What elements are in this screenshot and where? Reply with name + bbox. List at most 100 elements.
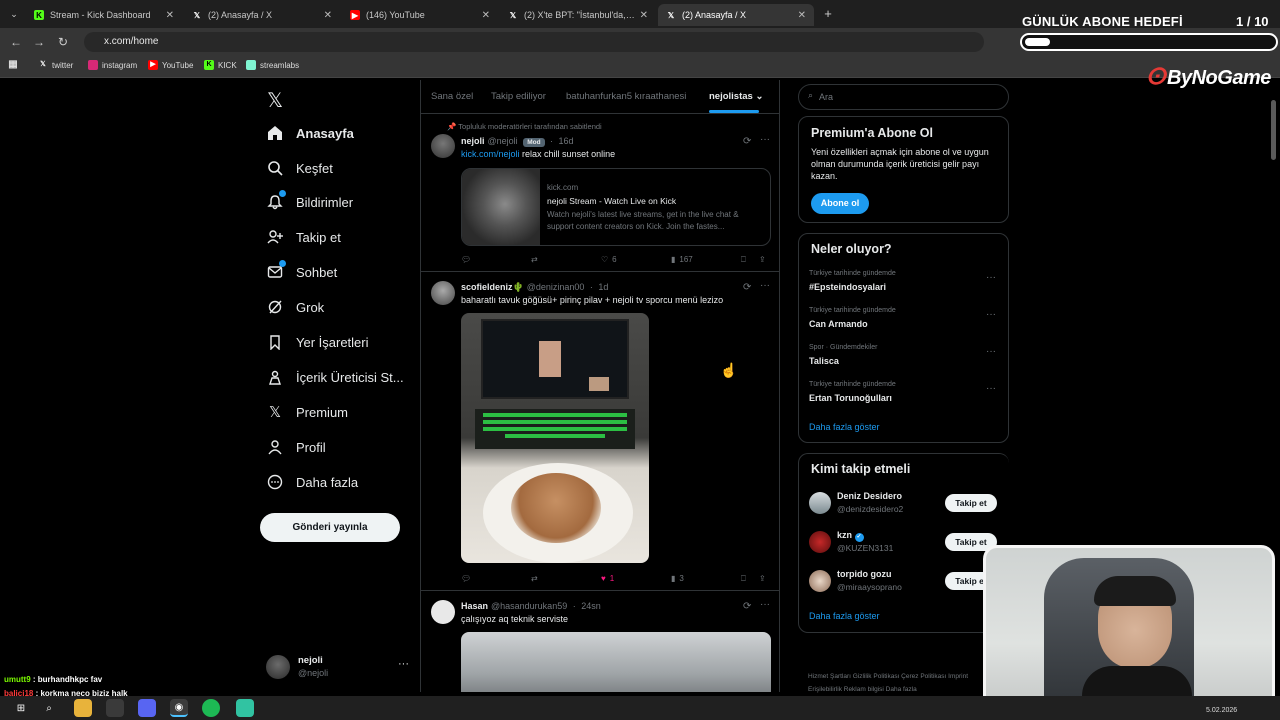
tab-for-you[interactable]: Sana özel: [431, 91, 473, 102]
subscribe-button[interactable]: Abone ol: [811, 193, 869, 214]
bookmark-button[interactable]: ⎕: [741, 255, 746, 265]
suggested-user-name[interactable]: torpido gozu: [837, 569, 891, 579]
bookmark-streamlabs[interactable]: streamlabs: [246, 60, 299, 70]
tab-following[interactable]: Takip ediliyor: [491, 91, 546, 102]
bookmark-youtube[interactable]: ▶ YouTube: [148, 60, 193, 70]
file-explorer-icon[interactable]: [74, 699, 92, 717]
nav-item-grok[interactable]: Grok: [266, 295, 324, 319]
close-tab-icon[interactable]: ✕: [798, 10, 806, 21]
streamlabs-icon[interactable]: [236, 699, 254, 717]
trend-more-icon[interactable]: ···: [986, 309, 996, 320]
nav-item-premium[interactable]: 𝕏 Premium: [266, 400, 348, 424]
bookmark-twitter[interactable]: 𝕏twitter: [38, 60, 73, 70]
repost-button[interactable]: ⇄: [531, 255, 538, 264]
discord-icon[interactable]: [138, 699, 156, 717]
nav-item-profile[interactable]: Profil: [266, 435, 326, 459]
nav-item-bookmarks[interactable]: Yer İşaretleri: [266, 330, 369, 354]
reload-icon[interactable]: ↻: [55, 34, 71, 50]
reply-button[interactable]: 💬︎: [461, 574, 471, 583]
url-input[interactable]: x.com/home: [84, 32, 984, 52]
trend-more-icon[interactable]: ···: [986, 383, 996, 394]
trend-item[interactable]: #Epsteindosyalari: [809, 282, 886, 292]
browser-tab-2[interactable]: 𝕏 (2) Anasayfa / X ✕: [184, 4, 340, 26]
nav-item-follow[interactable]: Takip et: [266, 225, 341, 249]
grok-explain-icon[interactable]: ⟳: [743, 136, 751, 147]
views-button[interactable]: ▮ 3: [671, 574, 684, 583]
avatar[interactable]: [809, 531, 831, 553]
avatar[interactable]: [431, 134, 455, 158]
avatar[interactable]: [431, 600, 455, 624]
nav-item-notifications[interactable]: Bildirimler: [266, 190, 353, 214]
tab-search-icon[interactable]: ⌄: [6, 6, 22, 22]
like-button[interactable]: ♡ 6: [601, 255, 617, 264]
tweet[interactable]: scofieldeniz🌵 @denizinan00 · 1d ⟳ ··· bah…: [421, 273, 779, 591]
trend-item[interactable]: Can Armando: [809, 319, 868, 329]
tab-nejolistas[interactable]: nejolistas ⌄: [709, 91, 763, 102]
apps-icon[interactable]: ▦: [8, 60, 22, 70]
nav-item-more[interactable]: Daha fazla: [266, 470, 358, 494]
bookmark-instagram[interactable]: instagram: [88, 60, 137, 70]
grok-explain-icon[interactable]: ⟳: [743, 601, 751, 612]
app-icon[interactable]: [106, 699, 124, 717]
trend-item[interactable]: Talisca: [809, 356, 839, 366]
bookmark-button[interactable]: ⎕: [741, 574, 746, 584]
share-button[interactable]: ⇪: [759, 255, 766, 264]
trend-item[interactable]: Ertan Torunoğulları: [809, 393, 892, 403]
avatar[interactable]: [809, 492, 831, 514]
tweet-author[interactable]: scofieldeniz🌵 @denizinan00 · 1d: [461, 282, 608, 293]
x-logo-icon[interactable]: 𝕏: [267, 88, 283, 113]
post-button[interactable]: Gönderi yayınla: [260, 513, 400, 542]
tab-community[interactable]: batuhanfurkan5 kıraathanesi: [566, 91, 686, 102]
avatar[interactable]: [809, 570, 831, 592]
tweet-more-icon[interactable]: ···: [760, 280, 770, 291]
tweet[interactable]: 📌 Topluluk moderatörleri tarafından sabi…: [421, 118, 779, 272]
views-button[interactable]: ▮ 167: [671, 255, 693, 264]
tweet-link[interactable]: kick.com/nejoli: [461, 149, 520, 159]
tweet-more-icon[interactable]: ···: [760, 134, 770, 145]
tweet-more-icon[interactable]: ···: [760, 599, 770, 610]
share-button[interactable]: ⇪: [759, 574, 766, 583]
new-tab-icon[interactable]: +: [820, 6, 836, 22]
footer-links[interactable]: Hizmet Şartları Gizlilik Politikası Çere…: [808, 670, 983, 696]
browser-tab-3[interactable]: ▶ (146) YouTube ✕: [342, 4, 498, 26]
nav-item-creator-studio[interactable]: İçerik Üreticisi St...: [266, 365, 404, 389]
forward-icon[interactable]: →: [31, 34, 47, 50]
close-tab-icon[interactable]: ✕: [640, 10, 648, 21]
suggested-user-name[interactable]: Deniz Desidero: [837, 491, 902, 501]
bookmark-kick[interactable]: K KICK: [204, 60, 237, 70]
spotify-icon[interactable]: [202, 699, 220, 717]
tweet-author[interactable]: Hasan @hasandurukan59 · 24sn: [461, 601, 601, 611]
account-menu-icon[interactable]: ···: [398, 658, 409, 670]
follow-button[interactable]: Takip et: [945, 494, 997, 512]
nav-item-messages[interactable]: Sohbet: [266, 260, 337, 284]
like-button[interactable]: ♥ 1: [601, 574, 614, 583]
reply-button[interactable]: 💬︎: [461, 255, 471, 264]
account-avatar[interactable]: [266, 655, 290, 679]
close-tab-icon[interactable]: ✕: [324, 10, 332, 21]
close-tab-icon[interactable]: ✕: [482, 10, 490, 21]
tweet[interactable]: Hasan @hasandurukan59 · 24sn ⟳ ··· çalışı…: [421, 592, 779, 692]
repost-button[interactable]: ⇄: [531, 574, 538, 583]
tweet-author[interactable]: nejoli @nejoli Mod · 16d: [461, 136, 574, 147]
search-input[interactable]: Ara: [798, 84, 1009, 110]
suggested-user-name[interactable]: kzn ✓: [837, 530, 864, 542]
browser-tab-4[interactable]: 𝕏 (2) X'te BPT: "İstanbul'da, madde... ✕: [500, 4, 656, 26]
grok-explain-icon[interactable]: ⟳: [743, 282, 751, 293]
chrome-icon[interactable]: ◉: [170, 699, 188, 717]
tweet-image[interactable]: [461, 313, 649, 563]
who-to-follow-show-more[interactable]: Daha fazla göster: [809, 611, 880, 621]
trends-show-more[interactable]: Daha fazla göster: [809, 422, 880, 432]
browser-tab-5[interactable]: 𝕏 (2) Anasayfa / X ✕: [658, 4, 814, 26]
search-icon[interactable]: ⌕: [40, 699, 58, 717]
link-card[interactable]: kick.com nejoli Stream - Watch Live on K…: [461, 168, 771, 246]
nav-item-home[interactable]: Anasayfa: [266, 121, 354, 145]
back-icon[interactable]: ←: [8, 34, 24, 50]
tweet-image[interactable]: [461, 632, 771, 692]
page-scrollbar[interactable]: [1271, 100, 1276, 160]
nav-item-explore[interactable]: Keşfet: [266, 156, 333, 180]
avatar[interactable]: [431, 281, 455, 305]
windows-start-icon[interactable]: ⊞: [12, 699, 30, 717]
browser-tab-1[interactable]: K Stream - Kick Dashboard ✕: [26, 4, 182, 26]
trend-more-icon[interactable]: ···: [986, 272, 996, 283]
trend-more-icon[interactable]: ···: [986, 346, 996, 357]
